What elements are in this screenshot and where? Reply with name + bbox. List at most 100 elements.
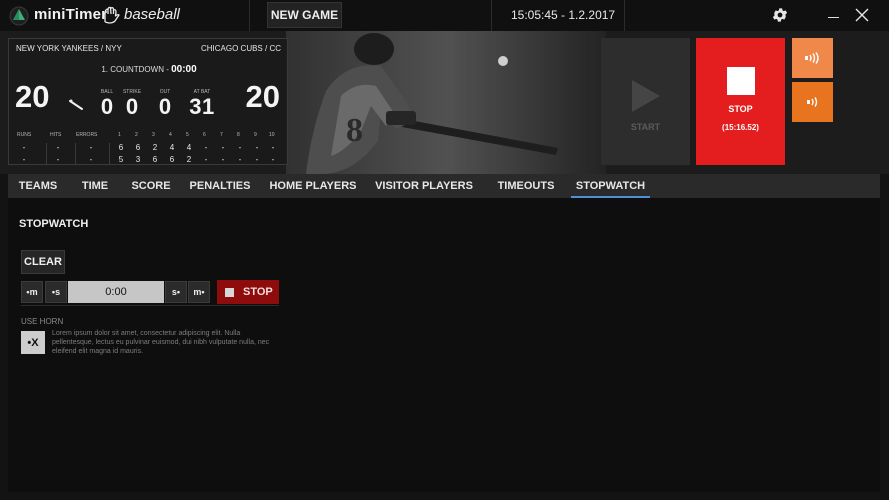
- hits-header: HITS: [50, 132, 62, 138]
- away-errors: -: [89, 155, 93, 164]
- away-inning-cell: -: [255, 155, 259, 164]
- close-icon[interactable]: [855, 8, 869, 22]
- stop-button[interactable]: STOP (15:16.52): [696, 38, 785, 165]
- away-inning-cell: 3: [135, 155, 141, 164]
- away-inning-cell: -: [221, 155, 225, 164]
- new-game-button[interactable]: NEW GAME: [267, 2, 342, 28]
- away-inning-cell: 5: [118, 155, 124, 164]
- ball-count: BALL 0: [97, 89, 117, 119]
- plus-minute-button[interactable]: m•: [188, 281, 210, 303]
- inning-header: 4: [169, 132, 172, 138]
- start-button[interactable]: START: [601, 38, 690, 165]
- sport-name: baseball: [124, 6, 180, 23]
- scoreboard: NEW YORK YANKEES / NYY CHICAGO CUBS / CC…: [8, 38, 288, 165]
- period-countdown: 1. COUNTDOWN - 00:00: [9, 64, 289, 75]
- away-runs: -: [22, 155, 26, 164]
- stats-header: RUNS HITS ERRORS 1 2 3 4 5 6 7 8 9 10: [9, 132, 289, 141]
- tab-home-players[interactable]: HOME PLAYERS: [262, 174, 364, 198]
- short-horn-button[interactable]: [792, 82, 833, 122]
- inning-header: 10: [269, 132, 275, 138]
- svg-text:8: 8: [346, 112, 363, 149]
- home-inning-cell: 6: [118, 143, 124, 152]
- inning-header: 5: [186, 132, 189, 138]
- divider: [21, 305, 279, 306]
- away-inning-cell: 2: [186, 155, 192, 164]
- tab-stopwatch[interactable]: STOPWATCH: [571, 174, 650, 198]
- strike-count: STRIKE 0: [122, 89, 142, 119]
- tab-score[interactable]: SCORE: [124, 174, 178, 198]
- tab-teams[interactable]: TEAMS: [11, 174, 65, 198]
- tab-timeouts[interactable]: TIMEOUTS: [486, 174, 566, 198]
- batter-photo: 8: [286, 31, 606, 174]
- tab-penalties[interactable]: PENALTIES: [182, 174, 258, 198]
- plus-second-button[interactable]: s•: [165, 281, 187, 303]
- home-team-name: NEW YORK YANKEES / NYY: [16, 44, 122, 53]
- banner: 8 NEW YORK YANKEES / NYY CHICAGO CUBS / …: [0, 31, 889, 174]
- runs-header: RUNS: [17, 132, 32, 138]
- minus-minute-button[interactable]: •m: [21, 281, 43, 303]
- stop-icon: [726, 67, 755, 95]
- stopwatch-stop-button[interactable]: STOP: [217, 280, 279, 304]
- home-hits: -: [56, 143, 60, 152]
- use-horn-label: USE HORN: [21, 317, 64, 326]
- stopwatch-panel: STOPWATCH CLEAR •m •s 0:00 s• m• STOP US…: [8, 198, 880, 492]
- away-inning-cell: 6: [152, 155, 158, 164]
- home-inning-cell: -: [238, 143, 242, 152]
- start-label: START: [630, 121, 661, 132]
- away-score: 20: [245, 79, 280, 114]
- home-errors: -: [89, 143, 93, 152]
- strike-value: 0: [125, 94, 139, 119]
- stop-time: (15:16.52): [722, 123, 759, 132]
- short-horn-icon: [806, 97, 817, 107]
- baseball-glove-icon: [104, 6, 120, 24]
- at-bat-value: 31: [189, 94, 215, 119]
- use-horn-description: Lorem ipsum dolor sit amet, consectetur …: [52, 330, 270, 355]
- errors-header: ERRORS: [76, 132, 98, 138]
- home-inning-row: - - - 6 6 2 4 4 - - - - -: [9, 143, 289, 154]
- title-bar: miniTimer baseball NEW GAME 15:05:45 - 1…: [0, 0, 889, 31]
- gear-icon[interactable]: [771, 6, 789, 24]
- away-inning-row: - - - 5 3 6 6 2 - - - - -: [9, 155, 289, 166]
- period-label: 1. COUNTDOWN -: [101, 65, 172, 74]
- use-horn-toggle[interactable]: •X: [21, 331, 45, 354]
- ball-value: 0: [100, 94, 114, 119]
- away-hits: -: [56, 155, 60, 164]
- clear-button[interactable]: CLEAR: [21, 250, 65, 274]
- titlebar-divider: [624, 0, 625, 31]
- stop-icon: [225, 287, 234, 297]
- away-team-name: CHICAGO CUBS / CC: [200, 44, 281, 53]
- clock-date: 15:05:45 - 1.2.2017: [511, 8, 616, 22]
- inning-header: 7: [220, 132, 223, 138]
- tab-bar: TEAMS TIME SCORE PENALTIES HOME PLAYERS …: [8, 174, 880, 198]
- stopwatch-time-field[interactable]: 0:00: [68, 281, 164, 303]
- out-value: 0: [158, 94, 172, 119]
- home-inning-cell: 2: [152, 143, 158, 152]
- section-title: STOPWATCH: [19, 218, 89, 230]
- inning-header: 2: [135, 132, 138, 138]
- minimize-button[interactable]: [828, 17, 839, 18]
- at-bat-icon: [69, 99, 83, 110]
- minus-second-button[interactable]: •s: [45, 281, 67, 303]
- logo-icon: [9, 6, 29, 26]
- out-count: OUT 0: [155, 89, 175, 119]
- titlebar-divider: [249, 0, 250, 31]
- home-runs: -: [22, 143, 26, 152]
- play-icon: [631, 79, 660, 112]
- titlebar-divider: [491, 0, 492, 31]
- away-inning-cell: 6: [169, 155, 175, 164]
- inning-header: 8: [237, 132, 240, 138]
- tab-time[interactable]: TIME: [70, 174, 120, 198]
- home-inning-cell: -: [255, 143, 259, 152]
- away-inning-cell: -: [238, 155, 242, 164]
- at-bat-count: AT BAT 31: [185, 89, 219, 119]
- away-inning-cell: -: [271, 155, 275, 164]
- home-inning-cell: 6: [135, 143, 141, 152]
- stopwatch-stop-label: STOP: [243, 286, 273, 298]
- home-inning-cell: 4: [186, 143, 192, 152]
- long-horn-button[interactable]: [792, 38, 833, 78]
- inning-header: 1: [118, 132, 121, 138]
- long-horn-icon: [804, 52, 819, 64]
- home-inning-cell: -: [221, 143, 225, 152]
- horn-off-icon: •X: [27, 336, 39, 349]
- tab-visitor-players[interactable]: VISITOR PLAYERS: [368, 174, 480, 198]
